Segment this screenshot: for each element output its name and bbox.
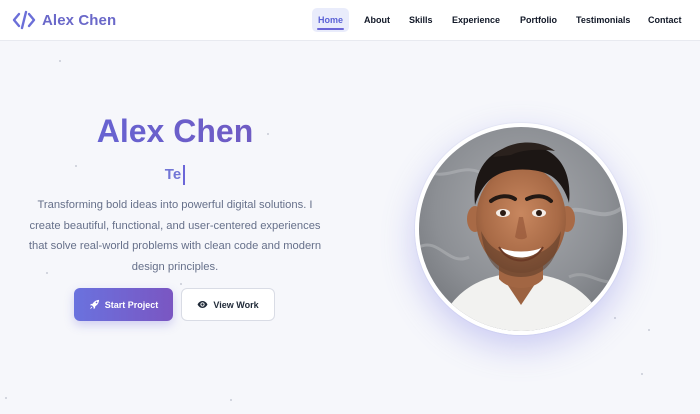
eye-icon (197, 301, 208, 308)
hero-description: Transforming bold ideas into powerful di… (28, 199, 322, 274)
typed-role: Te (25, 164, 325, 186)
text-cursor (183, 165, 186, 185)
particle-dot (641, 373, 643, 375)
particle-dot (59, 60, 61, 62)
particle-dot (5, 397, 7, 399)
particle-dot (614, 317, 616, 319)
nav-item-portfolio[interactable]: Portfolio (520, 8, 557, 32)
portrait-illustration (419, 127, 623, 331)
nav-item-skills[interactable]: Skills (409, 8, 433, 32)
top-navbar: Alex Chen Home About Skills Experience P… (0, 0, 700, 41)
nav-item-testimonials[interactable]: Testimonials (576, 8, 630, 32)
nav-item-contact[interactable]: Contact (648, 8, 682, 32)
nav-item-experience[interactable]: Experience (452, 8, 500, 32)
typed-text: Te (164, 166, 182, 183)
nav-item-home[interactable]: Home (312, 8, 350, 32)
nav-menu: Home About Skills Experience Portfolio T… (0, 8, 700, 32)
start-project-label: Start Project (104, 299, 159, 310)
hero-name: Alex Chen (25, 113, 325, 150)
profile-photo (415, 123, 627, 335)
rocket-icon (89, 299, 99, 310)
particle-dot (230, 399, 232, 401)
start-project-button[interactable]: Start Project (74, 288, 173, 321)
particle-dot (180, 283, 182, 285)
particle-dot (648, 329, 650, 331)
view-work-label: View Work (213, 299, 259, 310)
nav-item-about[interactable]: About (364, 8, 390, 32)
view-work-button[interactable]: View Work (181, 288, 275, 321)
